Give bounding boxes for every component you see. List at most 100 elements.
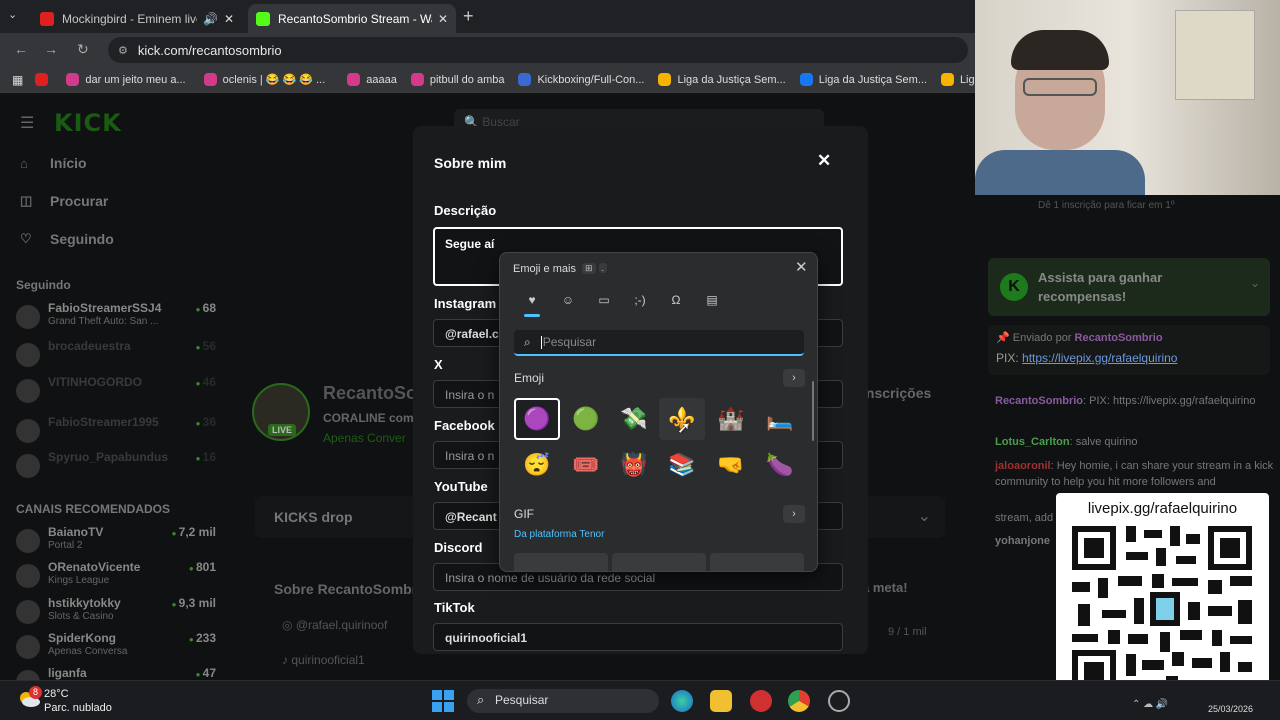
stream-title: CORALINE com: [323, 411, 414, 425]
discord-label: Discord: [434, 540, 483, 555]
system-tray[interactable]: ⌃ ☁ 🔊: [1132, 699, 1168, 710]
tenor-source-link[interactable]: Da plataforma Tenor: [514, 529, 604, 540]
watch-rewards-banner[interactable]: K Assista para ganhar recompensas! ⌄: [988, 258, 1270, 316]
following-channel[interactable]: FabioStreamer1995 36: [16, 415, 216, 449]
favorites-tab-icon[interactable]: ♥: [521, 293, 543, 307]
forward-icon[interactable]: →: [44, 41, 58, 57]
taskbar-search[interactable]: ⌕ Pesquisar: [467, 689, 659, 713]
taskbar-date[interactable]: 25/03/2026: [1208, 704, 1253, 714]
avatar: [16, 600, 40, 624]
avatar: [16, 379, 40, 403]
emoji-ticket[interactable]: 🎟️: [563, 444, 609, 486]
chrome-icon[interactable]: [788, 690, 810, 712]
avatar: [16, 343, 40, 367]
bookmark-item[interactable]: Liga da Justiça Sem...: [799, 73, 927, 86]
following-channel[interactable]: FabioStreamerSSJ4 Grand Theft Auto: San …: [16, 301, 216, 335]
close-icon[interactable]: ✕: [817, 151, 831, 171]
tiktok-link[interactable]: ♪ quirinooficial1: [282, 653, 365, 667]
gif-thumbnail[interactable]: [612, 553, 706, 571]
emoji-fist[interactable]: 🤜: [708, 444, 754, 486]
weather-description[interactable]: Parc. nublado: [44, 702, 112, 714]
tab-title: RecantoSombrio Stream - Watc: [278, 11, 432, 26]
kick-logo[interactable]: KICK: [54, 109, 122, 137]
back-icon[interactable]: ←: [14, 41, 28, 57]
bookmark-item[interactable]: aaaaa: [347, 73, 397, 86]
gif-tab-icon[interactable]: ▭: [593, 293, 615, 307]
bookmark-item[interactable]: oclenis | 😂 😂 😂 ...: [203, 73, 325, 86]
weather-temperature[interactable]: 28°C: [44, 688, 69, 700]
recommended-channel[interactable]: BaianoTV Portal 2 7,2 mil: [16, 525, 216, 559]
nav-inicio[interactable]: ⌂ Início: [20, 155, 87, 171]
emoji-purple-circle[interactable]: 🟣: [514, 398, 560, 440]
nav-seguindo[interactable]: ♡ Seguindo: [20, 231, 114, 247]
chevron-right-icon[interactable]: ›: [783, 369, 805, 387]
instagram-link[interactable]: ◎ @rafael.quirinoof: [282, 618, 387, 632]
settings-icon[interactable]: [828, 690, 850, 712]
app-icon[interactable]: [750, 690, 772, 712]
kaomoji-tab-icon[interactable]: ;-): [629, 293, 651, 307]
pix-link[interactable]: https://livepix.gg/rafaelquirino: [1022, 351, 1177, 365]
bookmark-item[interactable]: dar um jeito meu a...: [66, 73, 186, 86]
menu-icon[interactable]: ☰: [20, 113, 34, 133]
recommended-channel[interactable]: hstikkytokky Slots & Casino 9,3 mil: [16, 596, 216, 630]
close-icon[interactable]: ✕: [795, 258, 808, 276]
emoji-money[interactable]: 💸: [611, 398, 657, 440]
youtube-bookmark-icon[interactable]: [35, 73, 54, 86]
bookmark-item[interactable]: Liga: [940, 73, 975, 86]
glasses-icon: [1023, 78, 1097, 96]
chevron-right-icon[interactable]: ›: [783, 505, 805, 523]
tab-mockingbird[interactable]: Mockingbird - Eminem live 🔊 ✕: [32, 4, 242, 33]
address-bar[interactable]: ⚙ kick.com/recantosombrio: [108, 37, 968, 63]
emoji-green-circle[interactable]: 🟢: [563, 398, 609, 440]
clipboard-tab-icon[interactable]: ▤: [701, 293, 723, 307]
tab-recantosombrio[interactable]: RecantoSombrio Stream - Watc ✕: [248, 4, 456, 33]
recommended-channel[interactable]: ORenatoVicente Kings League 801: [16, 560, 216, 594]
youtube-label: YouTube: [434, 479, 488, 494]
scrollbar[interactable]: [812, 381, 814, 441]
apps-icon[interactable]: ▦: [12, 73, 23, 87]
wall-poster: [1175, 10, 1255, 100]
emoji-books[interactable]: 📚: [659, 444, 705, 486]
emoji-castle[interactable]: 🏰: [708, 398, 754, 440]
emoji-panel-title: Emoji e mais: [513, 263, 576, 275]
tiktok-field[interactable]: quirinooficial1: [433, 623, 843, 651]
chevron-down-icon[interactable]: ⌄: [1250, 276, 1260, 290]
windows-start-icon[interactable]: [432, 690, 454, 712]
emoji-tab-icon[interactable]: ☺: [557, 293, 579, 307]
following-channel[interactable]: VITINHOGORDO 46: [16, 375, 216, 409]
emoji-ogre[interactable]: 👹: [611, 444, 657, 486]
streamer-name[interactable]: RecantoSo: [323, 383, 417, 404]
bookmark-item[interactable]: Kickboxing/Full-Con...: [518, 73, 644, 86]
recommended-channel[interactable]: SpiderKong Apenas Conversa 233: [16, 631, 216, 665]
emoji-sleeping[interactable]: 😴: [514, 444, 560, 486]
gif-thumbnail[interactable]: [710, 553, 804, 571]
reload-icon[interactable]: ↻: [77, 41, 89, 58]
emoji-bed[interactable]: 🛏️: [757, 398, 803, 440]
tab-strip: ⌄ Mockingbird - Eminem live 🔊 ✕ RecantoS…: [0, 0, 975, 33]
following-channel[interactable]: brocadeuestra 56: [16, 339, 216, 373]
subscriptions-button[interactable]: inscrições: [862, 385, 931, 401]
bookmark-item[interactable]: pitbull do amba: [410, 73, 504, 86]
gif-thumbnail[interactable]: [514, 553, 608, 571]
emoji-eggplant[interactable]: 🍆: [757, 444, 803, 486]
symbols-tab-icon[interactable]: Ω: [665, 293, 687, 307]
text-caret: [540, 336, 542, 350]
description-label: Descrição: [434, 203, 497, 218]
close-tab-icon[interactable]: ✕: [224, 12, 234, 26]
keyboard-shortcut-hint: ⊞.: [582, 263, 610, 274]
kick-icon: K: [1000, 273, 1028, 301]
stream-category[interactable]: Apenas Conver: [323, 431, 406, 445]
site-info-icon[interactable]: ⚙: [118, 44, 128, 57]
following-channel[interactable]: Spyruo_Papabundus 16: [16, 450, 216, 484]
bookmark-item[interactable]: Liga da Justiça Sem...: [658, 73, 786, 86]
edge-icon[interactable]: [671, 690, 693, 712]
emoji-search-input[interactable]: ⌕ Pesquisar: [514, 330, 804, 356]
close-tab-icon[interactable]: ✕: [438, 12, 448, 26]
search-icon: ⌕: [477, 692, 485, 707]
speaker-icon[interactable]: 🔊: [203, 12, 218, 26]
file-explorer-icon[interactable]: [710, 690, 732, 712]
tab-search-icon[interactable]: ⌄: [8, 8, 17, 21]
recommended-channel[interactable]: liganfa 47: [16, 666, 216, 680]
nav-procurar[interactable]: ◫ Procurar: [20, 193, 108, 209]
new-tab-icon[interactable]: +: [463, 6, 474, 27]
